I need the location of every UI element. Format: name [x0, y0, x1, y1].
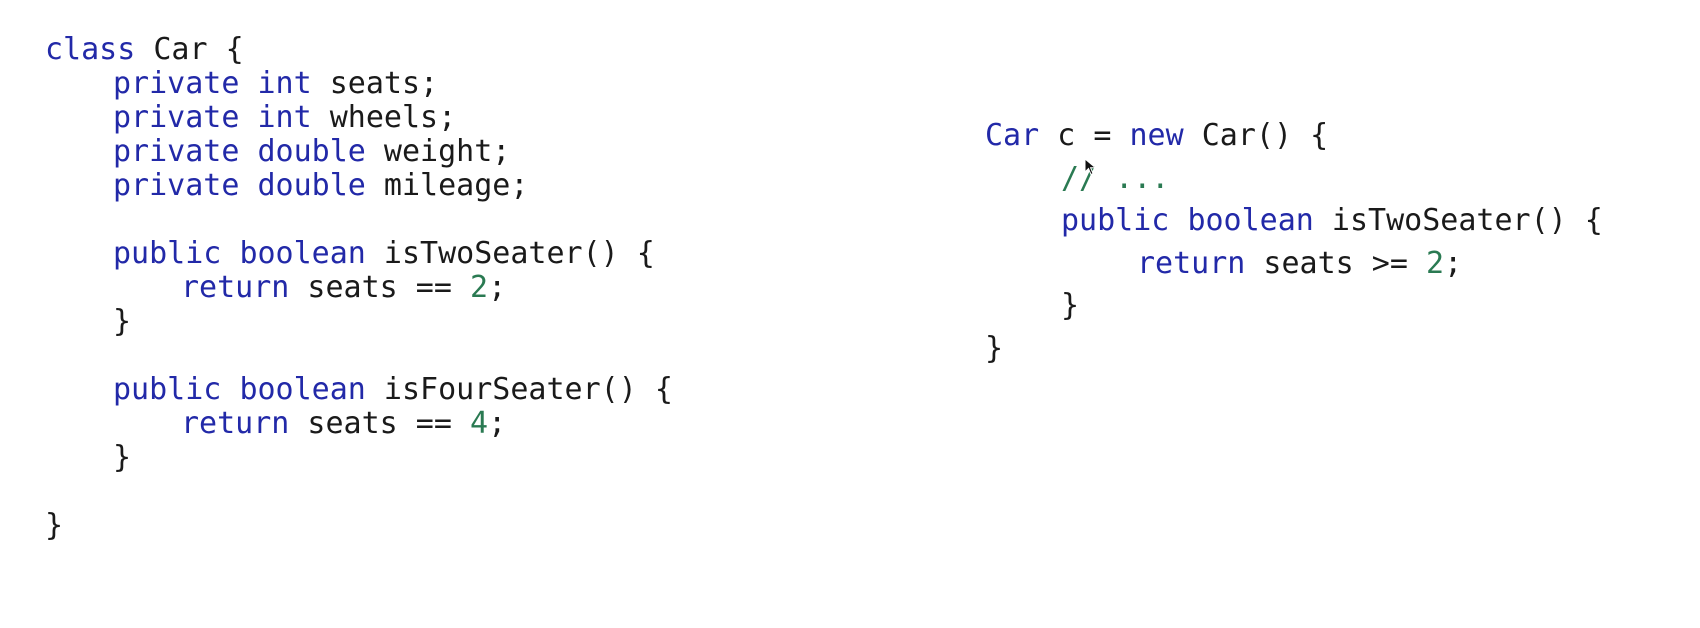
code-line: return seats >= 2;: [1137, 246, 1462, 282]
code-text: seats ==: [289, 406, 470, 441]
code-text: seats ==: [289, 270, 470, 305]
code-keyword: boolean: [239, 236, 366, 271]
code-keyword: boolean: [1187, 203, 1314, 238]
code-line: }: [45, 508, 63, 544]
code-keyword: private: [113, 66, 240, 101]
code-text: }: [985, 331, 1004, 366]
code-line: return seats == 4;: [181, 406, 506, 442]
code-number: 4: [470, 406, 489, 441]
code-line: public boolean isFourSeater() {: [113, 372, 673, 408]
code-keyword: class: [45, 32, 136, 67]
code-text: }: [1061, 288, 1080, 323]
slide: class Car {private int seats; private int…: [0, 0, 1700, 628]
code-line: private double mileage;: [113, 168, 528, 204]
code-text: ;: [488, 270, 507, 305]
code-keyword: private: [113, 100, 240, 135]
code-line: private int wheels;: [113, 100, 456, 136]
code-line: }: [985, 331, 1003, 367]
code-comment: // ...: [1061, 161, 1170, 196]
code-line: }: [113, 304, 131, 340]
code-text: ;: [1444, 246, 1463, 281]
code-keyword: new: [1129, 118, 1184, 153]
code-line: }: [113, 440, 131, 476]
code-keyword: double: [257, 134, 366, 169]
code-line: class Car {: [45, 32, 244, 68]
code-keyword: int: [257, 100, 312, 135]
code-text: weight;: [365, 134, 511, 169]
code-text: seats >=: [1245, 246, 1426, 281]
code-keyword: public: [113, 372, 222, 407]
code-text: }: [113, 304, 132, 339]
code-number: 2: [1426, 246, 1445, 281]
code-keyword: public: [113, 236, 222, 271]
code-text: Car() {: [1183, 118, 1329, 153]
code-keyword: int: [257, 66, 312, 101]
code-text: ;: [488, 406, 507, 441]
code-line: Car c = new Car() {: [985, 118, 1328, 154]
code-line: }: [1061, 288, 1079, 324]
code-text: }: [45, 508, 64, 543]
code-text: Car {: [135, 32, 244, 67]
code-text: isFourSeater() {: [365, 372, 673, 407]
code-keyword: return: [181, 270, 290, 305]
code-text: isTwoSeater() {: [365, 236, 655, 271]
code-text: }: [113, 440, 132, 475]
code-line: public boolean isTwoSeater() {: [113, 236, 655, 272]
code-text: wheels;: [311, 100, 457, 135]
code-line: // ...: [1061, 161, 1169, 197]
code-keyword: private: [113, 134, 240, 169]
code-line: public boolean isTwoSeater() {: [1061, 203, 1603, 239]
code-keyword: Car: [985, 118, 1040, 153]
code-keyword: double: [257, 168, 366, 203]
code-line: return seats == 2;: [181, 270, 506, 306]
code-keyword: private: [113, 168, 240, 203]
code-text: mileage;: [365, 168, 529, 203]
code-line: private double weight;: [113, 134, 510, 170]
mouse-pointer-icon: [1084, 158, 1097, 176]
code-line: private int seats;: [113, 66, 438, 102]
code-text: seats;: [311, 66, 439, 101]
code-keyword: return: [181, 406, 290, 441]
code-text: isTwoSeater() {: [1313, 203, 1603, 238]
code-text: c =: [1039, 118, 1130, 153]
code-number: 2: [470, 270, 489, 305]
code-keyword: public: [1061, 203, 1170, 238]
code-keyword: return: [1137, 246, 1246, 281]
code-keyword: boolean: [239, 372, 366, 407]
